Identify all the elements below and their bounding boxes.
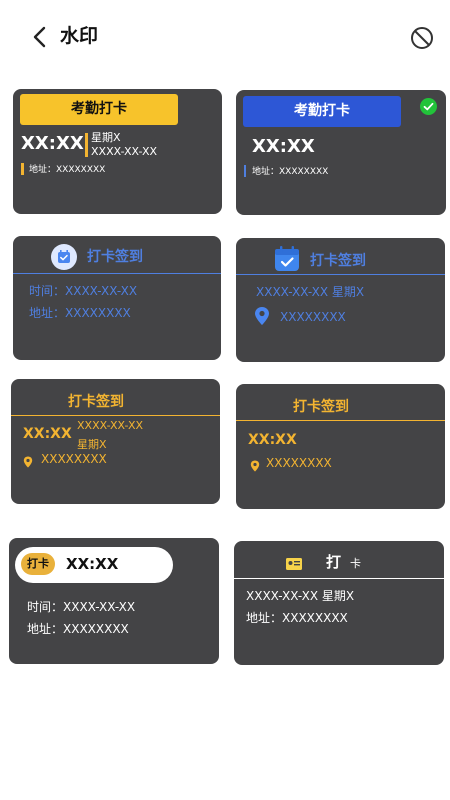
- accent-bar: [244, 165, 246, 177]
- page-title: 水印: [60, 25, 99, 47]
- divider: [13, 273, 221, 274]
- watermark-template-5[interactable]: 打卡签到 XX:XX XXXX-XX-XX 星期X XXXXXXXX: [11, 379, 220, 504]
- check-circle-icon: [420, 98, 437, 115]
- watermark-template-1[interactable]: 考勤打卡 XX:XX 星期X XXXX-XX-XX 地址：XXXXXXXX: [13, 89, 222, 214]
- template-address: XXXXXXXX: [41, 452, 107, 466]
- template-weekday: 星期X: [91, 131, 121, 144]
- template-address: 地址：XXXXXXXX: [252, 167, 329, 177]
- template-date-row: XXXX-XX-XX 星期X: [256, 285, 365, 299]
- template-title: 打卡签到: [87, 249, 143, 265]
- location-pin-icon: [23, 453, 33, 468]
- template-address-row: 地址：XXXXXXXX: [246, 611, 348, 625]
- template-date: XXXX-XX-XX: [91, 145, 158, 158]
- template-time: XX:XX: [21, 133, 84, 154]
- template-title: 打卡签到: [68, 394, 124, 410]
- template-title: 打卡签到: [293, 399, 349, 415]
- watermark-template-4[interactable]: 打卡签到 XXXX-XX-XX 星期X XXXXXXXX: [236, 238, 445, 362]
- template-title-small: 卡: [350, 557, 361, 570]
- location-pin-icon: [250, 457, 260, 472]
- calendar-check-icon: [51, 244, 77, 270]
- location-pin-icon: [254, 306, 270, 326]
- template-address-row: 地址：XXXXXXXX: [29, 306, 131, 320]
- template-time-row: 时间：XXXX-XX-XX: [29, 284, 138, 298]
- accent-bar: [21, 163, 24, 175]
- template-badge: 打卡: [21, 553, 55, 575]
- accent-bar: [85, 133, 88, 157]
- template-time: XX:XX: [252, 136, 315, 157]
- template-time: XX:XX: [66, 555, 119, 573]
- top-bar: 水印: [0, 0, 450, 72]
- template-title: 打卡签到: [310, 253, 366, 269]
- watermark-template-2[interactable]: 考勤打卡 XX:XX 地址：XXXXXXXX: [236, 90, 446, 215]
- watermark-template-3[interactable]: 打卡签到 时间：XXXX-XX-XX 地址：XXXXXXXX: [13, 236, 221, 360]
- template-banner: 考勤打卡: [20, 94, 178, 125]
- chevron-left-icon[interactable]: [26, 22, 56, 52]
- watermark-template-8[interactable]: 打 卡 XXXX-XX-XX 星期X 地址：XXXXXXXX: [234, 541, 444, 665]
- template-address: XXXXXXXX: [280, 310, 346, 324]
- template-time: XX:XX: [23, 426, 72, 442]
- template-banner: 考勤打卡: [243, 96, 401, 127]
- id-card-icon: [286, 555, 302, 570]
- template-title: 打: [326, 553, 342, 571]
- divider: [11, 415, 220, 416]
- template-address-row: 地址：XXXXXXXX: [27, 622, 129, 636]
- watermark-template-6[interactable]: 打卡签到 XX:XX XXXXXXXX: [236, 384, 445, 509]
- template-address: XXXXXXXX: [266, 456, 332, 470]
- template-time-row: 时间：XXXX-XX-XX: [27, 600, 136, 614]
- ban-icon[interactable]: [408, 24, 436, 52]
- divider: [236, 420, 445, 421]
- template-time: XX:XX: [248, 432, 297, 448]
- template-weekday: 星期X: [77, 438, 107, 451]
- template-date-row: XXXX-XX-XX 星期X: [246, 589, 355, 603]
- divider: [234, 578, 444, 579]
- calendar-check-icon: [274, 246, 300, 272]
- watermark-template-7[interactable]: 打卡 XX:XX 时间：XXXX-XX-XX 地址：XXXXXXXX: [9, 538, 219, 664]
- template-address: 地址：XXXXXXXX: [29, 165, 106, 175]
- divider: [236, 274, 445, 275]
- template-date: XXXX-XX-XX: [77, 419, 144, 432]
